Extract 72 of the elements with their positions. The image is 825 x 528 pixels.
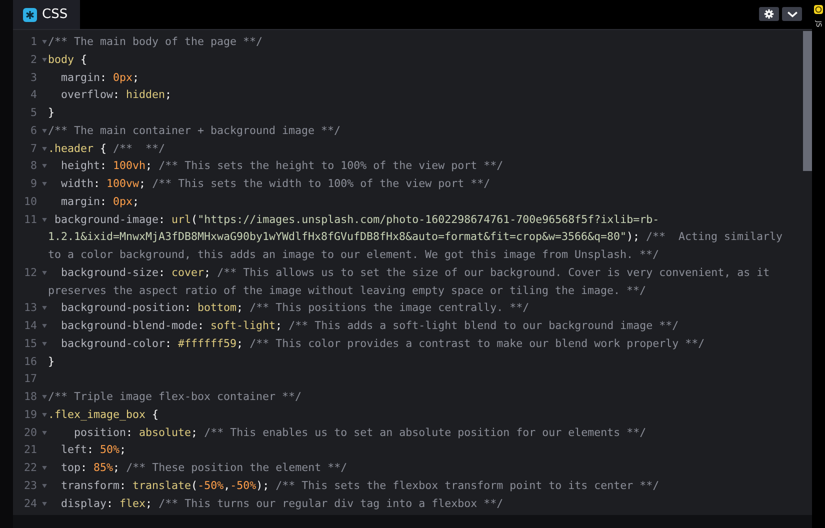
settings-icon — [764, 9, 774, 19]
fold-arrow-icon[interactable] — [42, 182, 47, 186]
scrollbar-thumb[interactable] — [803, 31, 812, 171]
line-number: 12 — [22, 264, 37, 281]
line-number: 9 — [29, 176, 37, 192]
code-line: background-position: bottom; /** This positions the image centrally. **/ — [60, 300, 530, 316]
collapse-button[interactable] — [782, 7, 802, 21]
fold-arrow-icon[interactable] — [42, 58, 47, 62]
line-number: 22 — [22, 460, 37, 476]
code-line: position: absolute; /** This enables us to set an absolute position for our elements **/ — [73, 424, 646, 440]
fold-arrow-icon[interactable] — [42, 306, 47, 310]
fold-arrow-icon[interactable] — [42, 146, 47, 150]
line-number: 5 — [29, 105, 37, 121]
fold-arrow-icon[interactable] — [42, 270, 47, 275]
fold-arrow-icon[interactable] — [42, 164, 47, 168]
fold-arrow-icon[interactable] — [42, 395, 47, 399]
code-line: overflow: hidden; — [60, 87, 172, 104]
settings-button[interactable] — [759, 7, 779, 21]
line-number: 4 — [29, 87, 37, 104]
chevron-down-icon — [786, 10, 798, 18]
code-line: background-blend-mode: soft-light; /** This adds a soft-light blend to our background image **/ — [60, 318, 679, 334]
code-line: margin: 0px; — [60, 194, 140, 210]
code-line: display: flex; /** This turns our regular div tag into a flexbox **/ — [60, 496, 504, 512]
line-number: 15 — [22, 336, 37, 352]
code-line: } — [48, 354, 55, 370]
fold-arrow-icon[interactable] — [42, 502, 47, 506]
code-line: transform: translate(-50%,-50%); /** This sets the flexbox transform point to its center **/ — [60, 478, 660, 494]
fold-arrow-icon[interactable] — [42, 412, 47, 417]
line-number: 11 — [22, 212, 37, 228]
line-number: 19 — [22, 406, 37, 423]
code-editor[interactable] — [13, 29, 812, 515]
fold-arrow-icon[interactable] — [42, 342, 47, 346]
line-number: 21 — [22, 442, 37, 458]
asterisk-icon — [23, 8, 37, 22]
line-number: 8 — [29, 158, 37, 174]
fold-arrow-icon[interactable] — [42, 128, 47, 133]
fold-arrow-icon[interactable] — [42, 430, 47, 434]
code-line: background-size: cover; /** This allows us to set the size of our background. Cover is very convenient, as it preserves the aspect ratio of the image without leaving empty space or tiling the image. **/ — [48, 264, 770, 298]
code-line: .header { /** **/ — [48, 140, 166, 156]
line-number: 20 — [22, 424, 37, 440]
code-line: /** The main container + background image **/ — [48, 122, 341, 139]
line-number: 3 — [29, 70, 37, 86]
fold-arrow-icon[interactable] — [42, 324, 47, 328]
code-line: left: 50%; — [60, 442, 126, 458]
code-line: width: 100vw; /** This sets the width to 100% of the view port **/ — [60, 176, 490, 192]
fold-arrow-icon[interactable] — [42, 484, 47, 488]
code-line: /** The main body of the page **/ — [48, 34, 263, 50]
code-line: .flex_image_box { — [48, 406, 159, 423]
line-number: 6 — [29, 122, 37, 139]
fold-arrow-icon[interactable] — [42, 466, 47, 470]
line-number: 17 — [22, 371, 37, 388]
line-number: 1 — [29, 34, 37, 50]
fold-arrow-icon[interactable] — [42, 218, 47, 222]
line-number: 16 — [22, 354, 37, 370]
fold-arrow-icon[interactable] — [42, 40, 47, 44]
line-number: 18 — [22, 389, 37, 405]
code-line: top: 85%; /** These position the element **/ — [60, 460, 348, 476]
line-number: 2 — [29, 52, 37, 68]
line-number: 14 — [22, 318, 37, 334]
code-line: margin: 0px; — [60, 70, 140, 86]
code-line: background-color: #ffffff59; /** This color provides a contrast to make our blend work properly **/ — [60, 336, 705, 352]
code-line: /** Triple image flex-box container **/ — [48, 389, 302, 405]
line-number: 23 — [22, 478, 37, 494]
line-number: 24 — [22, 496, 37, 512]
code-line: body { — [48, 52, 88, 68]
line-number: 10 — [22, 194, 37, 210]
code-line: } — [48, 105, 55, 121]
editor-tab[interactable]: CSS — [13, 0, 80, 29]
code-line: height: 100vh; /** This sets the height to 100% of the view port **/ — [60, 158, 504, 174]
code-line: background-image: url("https://images.unsplash.com/photo-1602298674761-700e96568f5f?ixlib=rb- 1.2.1&ixid=MnwxMjA3fDB8MHxwaG90by1wYWdlfHx8fGVufDB8fHx8&auto=format&fit=crop&w=3566&q=80"); /** Acting similarly to a color background, this adds an image to our element. We got this image from Unsplash. **/ — [48, 212, 783, 263]
line-number: 13 — [22, 300, 37, 316]
line-number: 7 — [29, 140, 37, 156]
